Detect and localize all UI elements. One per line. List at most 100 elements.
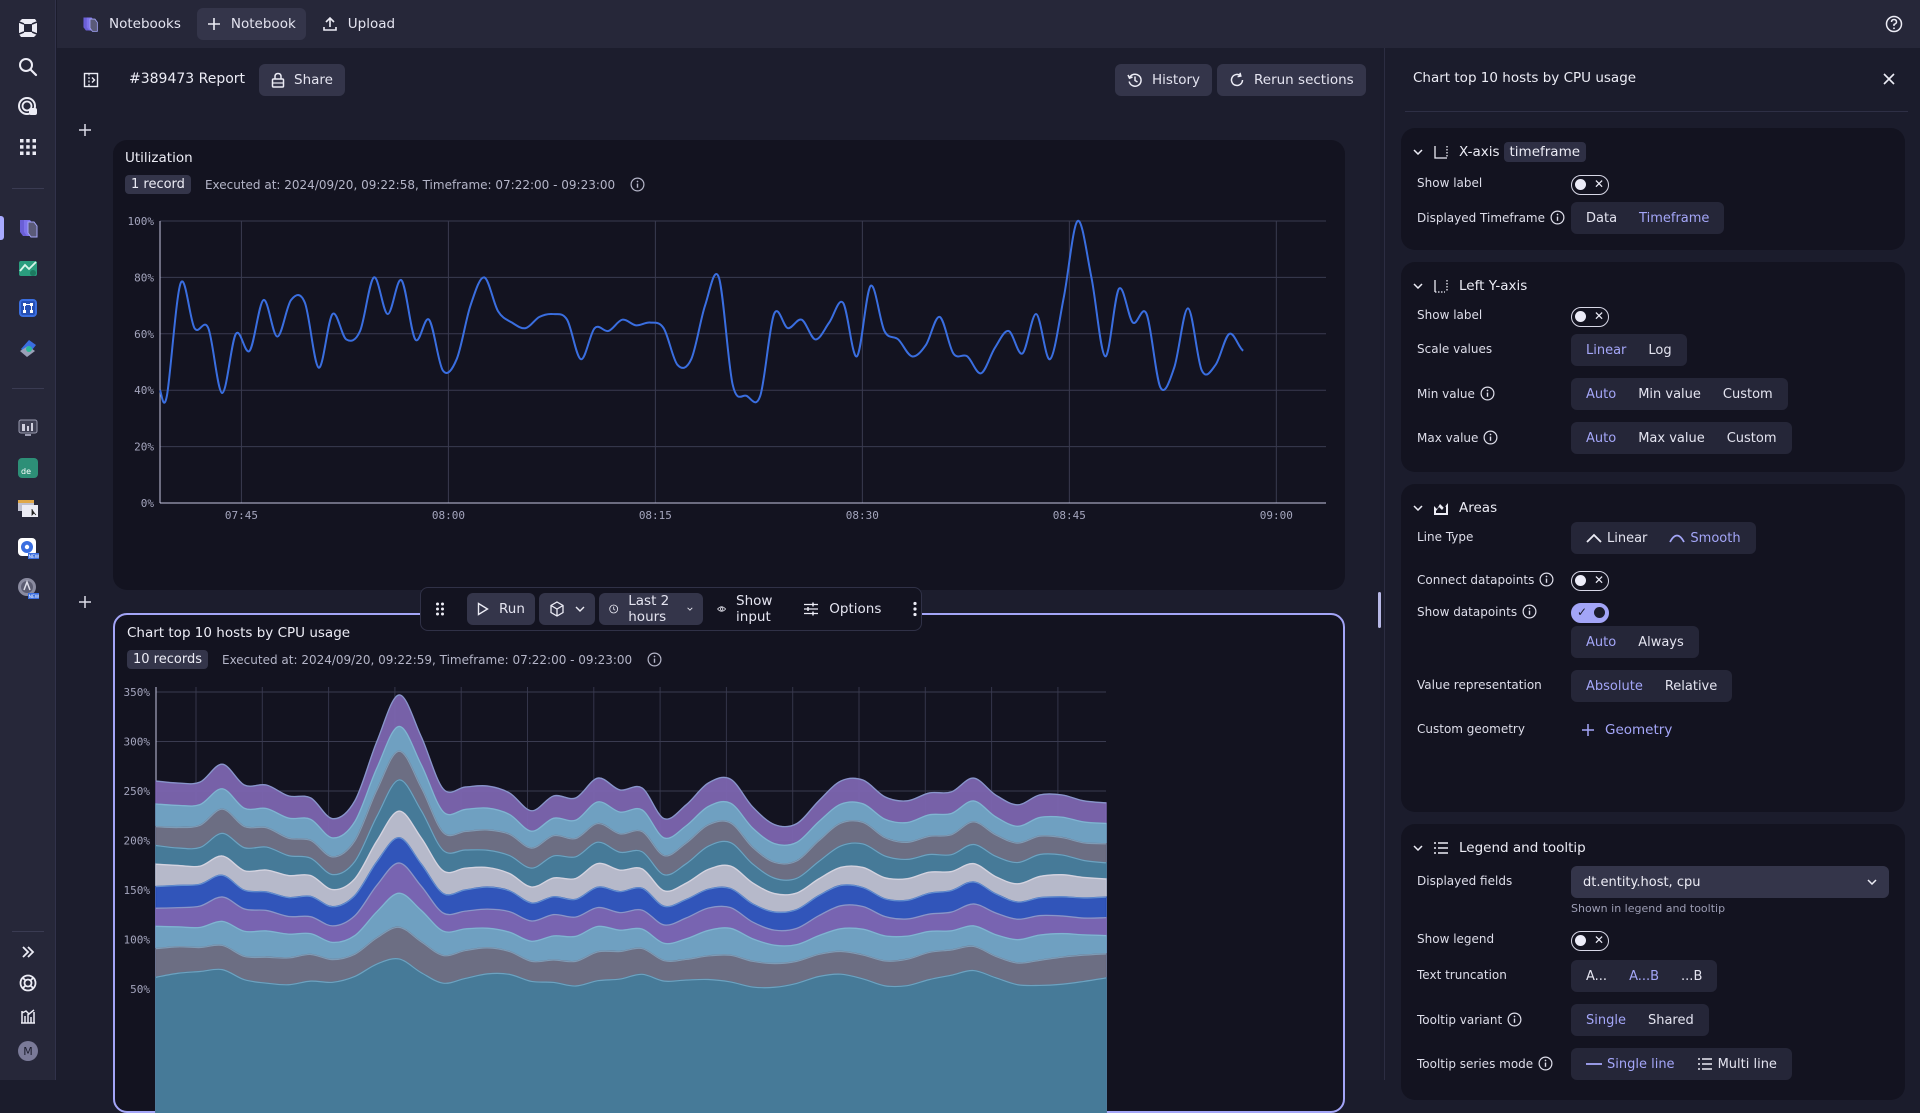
workflows-app-icon[interactable] (12, 292, 44, 324)
history-label: History (1152, 72, 1201, 88)
notebook-title[interactable]: #389473 Report (129, 71, 245, 87)
data-source-dropdown[interactable] (538, 593, 595, 625)
run-button[interactable]: Run (467, 593, 535, 625)
utilization-line-chart[interactable]: 0% 20% 40% 60% 80% 100% 07:45 08:00 08:15 08:30 08… (113, 140, 1345, 590)
options-button[interactable]: Options (793, 593, 891, 625)
upload-button[interactable]: Upload (312, 8, 405, 40)
share-button[interactable]: Share (259, 64, 345, 96)
line-chart-grid: 0% 20% 40% 60% 80% 100% 07:45 08:00 08:15 08:30 08… (128, 215, 1326, 522)
info-icon[interactable] (1550, 210, 1565, 225)
show-datapoints-toggle[interactable]: ✓ (1571, 603, 1609, 623)
option-log[interactable]: Log (1637, 334, 1682, 366)
search-icon[interactable] (12, 51, 44, 83)
option-max-value[interactable]: Max value (1627, 422, 1716, 454)
option-single[interactable]: Single (1575, 1004, 1637, 1036)
support-icon[interactable] (12, 967, 44, 999)
panel-divider (1405, 111, 1908, 112)
option-always[interactable]: Always (1627, 626, 1695, 658)
expand-icon[interactable] (12, 936, 44, 968)
help-icon[interactable] (1882, 12, 1906, 36)
drag-handle[interactable] (427, 593, 453, 625)
y-tick-label: 40% (134, 384, 154, 397)
more-options-button[interactable] (905, 593, 925, 625)
option-custom[interactable]: Custom (1716, 422, 1788, 454)
option-data[interactable]: Data (1575, 202, 1628, 234)
synthetic-app-icon[interactable] (12, 492, 44, 524)
info-icon[interactable] (1539, 572, 1554, 587)
top-hosts-area-chart[interactable]: 50% 100% 150% 200% 250% 300% 350% (115, 615, 1345, 1113)
share-label: Share (294, 72, 333, 88)
option-auto[interactable]: Auto (1575, 378, 1627, 410)
user-avatar[interactable]: M (12, 1035, 44, 1067)
option-auto[interactable]: Auto (1575, 626, 1627, 658)
value-representation-label: Value representation (1417, 678, 1542, 692)
panel-resize-handle[interactable] (1378, 592, 1381, 628)
option-linear[interactable]: Linear (1575, 522, 1658, 554)
info-icon[interactable] (1507, 1012, 1522, 1027)
option-linear[interactable]: Linear (1575, 334, 1637, 366)
option-auto[interactable]: Auto (1575, 422, 1627, 454)
yaxis-show-label-toggle[interactable]: ✕ (1571, 307, 1609, 327)
apps-grid-icon[interactable] (12, 131, 44, 163)
nav-separator (12, 388, 44, 389)
rerun-sections-button[interactable]: Rerun sections (1217, 64, 1366, 96)
infrastructure-app-icon[interactable] (12, 412, 44, 444)
section-top-hosts-chart[interactable]: Chart top 10 hosts by CPU usage 10 recor… (113, 613, 1345, 1113)
new-notebook-button[interactable]: Notebook (196, 8, 306, 40)
tooltip-variant-segmented: Single Shared (1571, 1004, 1709, 1036)
whats-new-icon[interactable] (12, 1000, 44, 1032)
option-custom[interactable]: Custom (1712, 378, 1784, 410)
y-tick-label: 150% (124, 884, 151, 897)
y-tick-label: 0% (141, 497, 155, 510)
add-section-button[interactable] (73, 590, 97, 614)
single-line-icon (1586, 1063, 1602, 1065)
dashboards-app-icon[interactable] (12, 252, 44, 284)
option-min-value[interactable]: Min value (1627, 378, 1712, 410)
connect-datapoints-toggle[interactable]: ✕ (1571, 571, 1609, 591)
security-app-icon[interactable] (12, 332, 44, 364)
info-icon[interactable] (1483, 430, 1498, 445)
add-section-button[interactable] (73, 118, 97, 142)
show-legend-toggle[interactable]: ✕ (1571, 931, 1609, 951)
xaxis-header[interactable]: X-axis timeframe (1413, 140, 1587, 164)
option-relative[interactable]: Relative (1654, 670, 1728, 702)
notebooks-app-icon[interactable] (12, 212, 44, 244)
kubernetes-app-icon[interactable]: NEW (12, 532, 44, 564)
notebooks-home-button[interactable]: Notebooks (71, 8, 191, 40)
option-smooth[interactable]: Smooth (1658, 522, 1751, 554)
xaxis-show-label-toggle[interactable]: ✕ (1571, 175, 1609, 195)
toggle-sidebar-icon[interactable] (75, 64, 107, 96)
option-absolute[interactable]: Absolute (1575, 670, 1654, 702)
option-multi-line[interactable]: Multi line (1686, 1048, 1788, 1080)
option-shared[interactable]: Shared (1637, 1004, 1705, 1036)
timeframe-selector[interactable]: Last 2 hours (598, 593, 703, 625)
info-icon[interactable] (1480, 386, 1495, 401)
info-icon[interactable] (1522, 604, 1537, 619)
info-icon[interactable] (1538, 1056, 1553, 1071)
dynatrace-logo-icon[interactable] (12, 12, 44, 44)
section-utilization[interactable]: Utilization 1 record Executed at: 2024/0… (113, 140, 1345, 590)
displayed-fields-select[interactable]: dt.entity.host, cpu (1571, 866, 1889, 898)
option-timeframe[interactable]: Timeframe (1628, 202, 1720, 234)
observe-icon[interactable] (12, 91, 44, 123)
option-single-line[interactable]: Single line (1575, 1048, 1686, 1080)
tooltip-variant-row: Tooltip variant Single Shared (1417, 1004, 1889, 1036)
custom-geometry-label: Custom geometry (1417, 722, 1525, 736)
x-tick-label: 08:00 (432, 509, 465, 522)
value-representation-row: Value representation Absolute Relative (1417, 670, 1889, 702)
legend-header[interactable]: Legend and tooltip (1413, 836, 1586, 860)
show-label-label: Show label (1417, 176, 1483, 190)
clouds-app-icon[interactable]: NEW (12, 572, 44, 604)
history-button[interactable]: History (1115, 64, 1213, 96)
close-icon[interactable] (1878, 68, 1900, 90)
option-truncate-middle[interactable]: A...B (1618, 960, 1670, 992)
add-geometry-button[interactable]: Geometry (1571, 714, 1682, 746)
yaxis-header[interactable]: Left Y-axis (1413, 274, 1527, 298)
option-truncate-start[interactable]: ...B (1670, 960, 1713, 992)
show-input-button[interactable]: Show input (707, 593, 789, 625)
option-truncate-end[interactable]: A... (1575, 960, 1618, 992)
data-explorer-app-icon[interactable]: de (12, 452, 44, 484)
custom-geometry-row: Custom geometry Geometry (1417, 714, 1889, 746)
y-tick-label: 20% (134, 441, 154, 454)
areas-header[interactable]: Areas (1413, 496, 1497, 520)
